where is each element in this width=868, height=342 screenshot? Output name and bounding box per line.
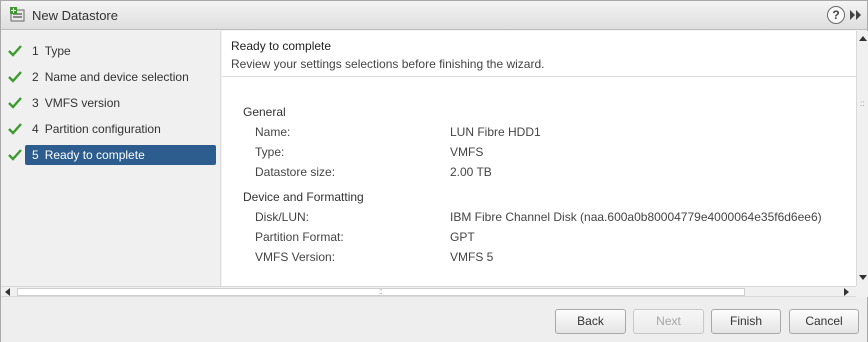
checkmark-icon xyxy=(8,97,22,109)
section-title-general: General xyxy=(243,105,286,119)
step-number: 2 xyxy=(32,70,39,84)
cancel-button[interactable]: Cancel xyxy=(789,309,859,334)
horizontal-scrollbar[interactable]: :: xyxy=(1,286,856,297)
step-partition-configuration[interactable]: 4 Partition configuration xyxy=(1,119,221,139)
step-label-wrap: 4 Partition configuration xyxy=(25,119,216,139)
step-label-wrap: 2 Name and device selection xyxy=(25,67,216,87)
summary-label-type: Type: xyxy=(255,145,285,159)
datastore-add-icon xyxy=(10,7,25,22)
summary-label-vmfs-version: VMFS Version: xyxy=(255,250,336,264)
new-datastore-dialog: New Datastore ? 1 Type 2 Name and device s… xyxy=(0,0,868,342)
section-title-device-and-formatting: Device and Formatting xyxy=(243,190,364,204)
scroll-up-arrow-icon[interactable] xyxy=(859,36,867,41)
step-label-wrap: 3 VMFS version xyxy=(25,93,216,113)
scroll-left-arrow-icon[interactable] xyxy=(5,288,10,296)
page-title: Ready to complete xyxy=(231,39,332,53)
step-label-wrap: 5 Ready to complete xyxy=(25,145,216,165)
summary-value-type: VMFS xyxy=(450,145,484,159)
step-number: 5 xyxy=(32,148,39,162)
finish-button[interactable]: Finish xyxy=(711,309,781,334)
splitter-grip-icon[interactable]: :: xyxy=(860,100,866,110)
step-vmfs-version[interactable]: 3 VMFS version xyxy=(1,93,221,113)
step-ready-to-complete[interactable]: 5 Ready to complete xyxy=(1,145,221,165)
step-label-wrap: 1 Type xyxy=(25,41,216,61)
scroll-right-arrow-icon[interactable] xyxy=(844,288,849,296)
step-label: VMFS version xyxy=(44,96,121,110)
step-label: Type xyxy=(44,44,71,58)
step-number: 1 xyxy=(32,44,39,58)
summary-label-name: Name: xyxy=(255,125,291,139)
button-bar: Back Next Finish Cancel xyxy=(1,297,867,342)
step-label: Partition configuration xyxy=(44,122,161,136)
content-header: Ready to complete Review your settings s… xyxy=(222,31,856,77)
step-number: 3 xyxy=(32,96,39,110)
summary-label-disk-lun: Disk/LUN: xyxy=(255,210,310,224)
summary-value-datastore-size: 2.00 TB xyxy=(450,165,492,179)
step-label: Ready to complete xyxy=(44,148,145,162)
splitter-grip-icon[interactable]: :: xyxy=(379,287,383,296)
scroll-down-arrow-icon[interactable] xyxy=(859,275,867,280)
title-bar: New Datastore ? xyxy=(1,1,867,30)
scrollbar-corner xyxy=(856,286,868,297)
dialog-title: New Datastore xyxy=(32,8,118,23)
summary-value-vmfs-version: VMFS 5 xyxy=(450,250,494,264)
step-name-and-device-selection[interactable]: 2 Name and device selection xyxy=(1,67,221,87)
summary-value-partition-format: GPT xyxy=(450,230,475,244)
summary-value-name: LUN Fibre HDD1 xyxy=(450,125,541,139)
help-icon[interactable]: ? xyxy=(827,6,845,24)
back-button[interactable]: Back xyxy=(555,309,626,334)
page-subtitle: Review your settings selections before f… xyxy=(231,57,545,71)
checkmark-icon xyxy=(8,149,22,161)
step-number: 4 xyxy=(32,122,39,136)
step-label: Name and device selection xyxy=(44,70,189,84)
checkmark-icon xyxy=(8,123,22,135)
checkmark-icon xyxy=(8,71,22,83)
summary-value-disk-lun: IBM Fibre Channel Disk (naa.600a0b800047… xyxy=(450,210,822,224)
summary-panel: Ready to complete Review your settings s… xyxy=(222,31,856,286)
step-type[interactable]: 1 Type xyxy=(1,41,221,61)
wizard-steps-sidebar: 1 Type 2 Name and device selection 3 VMFS v… xyxy=(1,31,221,296)
summary-label-datastore-size: Datastore size: xyxy=(255,165,336,179)
summary-label-partition-format: Partition Format: xyxy=(255,230,344,244)
vertical-scrollbar[interactable]: :: xyxy=(856,31,868,286)
checkmark-icon xyxy=(8,45,22,57)
next-button[interactable]: Next xyxy=(633,309,704,334)
expand-icon[interactable] xyxy=(849,7,863,23)
